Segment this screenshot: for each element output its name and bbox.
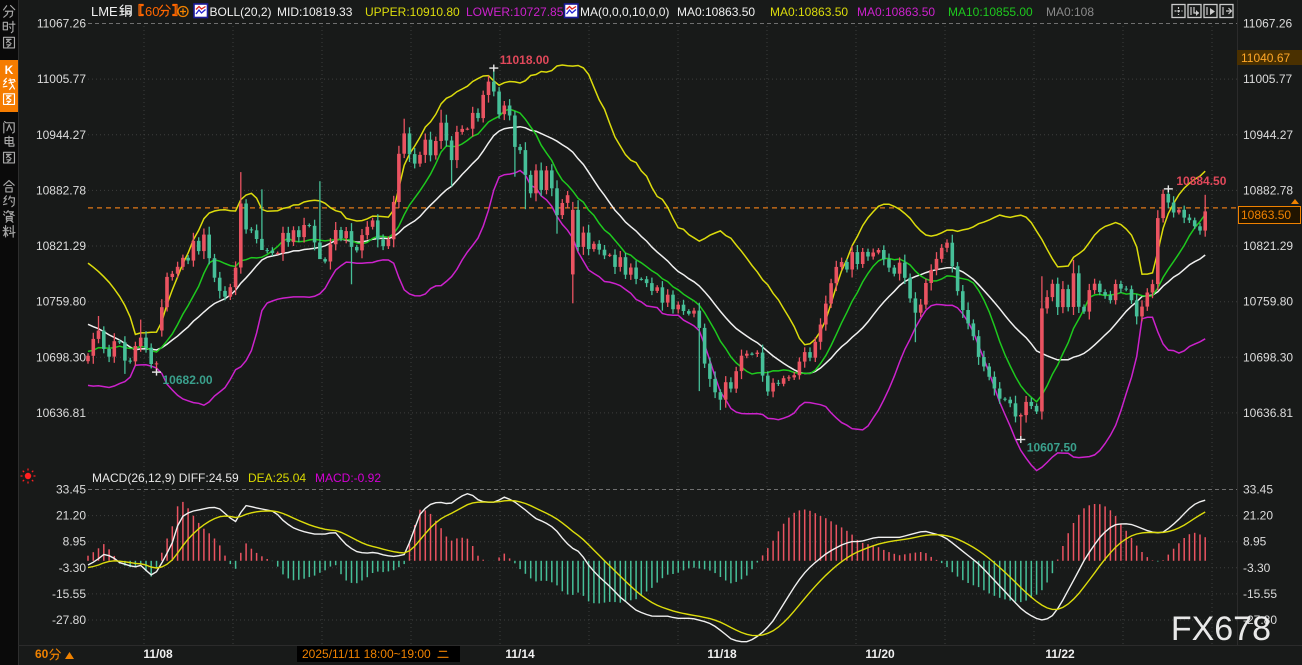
svg-text:10821.29: 10821.29 [36,239,86,253]
svg-text:8.95: 8.95 [63,535,87,549]
svg-text:10882.78: 10882.78 [1243,183,1293,197]
svg-text:MACD:-0.92: MACD:-0.92 [315,471,381,485]
svg-text:-15.55: -15.55 [52,587,86,601]
svg-text:10636.81: 10636.81 [36,406,86,420]
svg-text:11005.77: 11005.77 [37,72,86,86]
svg-text:MACD(26,12,9) DIFF:24.59: MACD(26,12,9) DIFF:24.59 [92,471,239,485]
svg-text:MA0:10863.50: MA0:10863.50 [770,5,848,19]
svg-text:10944.27: 10944.27 [1243,128,1293,142]
svg-text:21.20: 21.20 [1243,509,1273,523]
svg-text:11/08: 11/08 [143,647,173,661]
svg-text:33.45: 33.45 [1243,483,1273,497]
svg-text:11/20: 11/20 [865,647,895,661]
svg-text:K: K [5,63,14,77]
svg-text:-27.80: -27.80 [52,613,86,627]
svg-text:33.45: 33.45 [56,483,86,497]
svg-text:11018.00: 11018.00 [500,53,550,67]
svg-text:10636.81: 10636.81 [1243,406,1293,420]
svg-text:10882.78: 10882.78 [36,183,86,197]
svg-text:11/18: 11/18 [707,647,737,661]
svg-text:10682.00: 10682.00 [163,373,213,387]
svg-text:MA(0,0,0,10,0,0): MA(0,0,0,10,0,0) [580,5,669,19]
svg-text:10698.30: 10698.30 [1243,350,1293,364]
svg-text:-3.30: -3.30 [1243,561,1271,575]
svg-text:DEA:25.04: DEA:25.04 [248,471,306,485]
svg-text:10698.30: 10698.30 [36,350,86,364]
svg-text:21.20: 21.20 [56,509,86,523]
svg-text:11067.26: 11067.26 [1243,17,1292,31]
svg-text:10884.50: 10884.50 [1176,174,1226,188]
svg-text:MA10:10855.00: MA10:10855.00 [948,5,1033,19]
svg-text:10944.27: 10944.27 [36,128,86,142]
svg-text:11/22: 11/22 [1045,647,1075,661]
svg-text:2025/11/11 18:00~19:00: 2025/11/11 18:00~19:00 [302,647,431,661]
svg-text:11067.26: 11067.26 [37,17,86,31]
svg-text:10759.80: 10759.80 [36,295,86,309]
svg-text:MID:10819.33: MID:10819.33 [277,5,353,19]
svg-text:60: 60 [35,647,49,661]
svg-text:LOWER:10727.85: LOWER:10727.85 [466,5,564,19]
svg-text:MA0:10863.50: MA0:10863.50 [857,5,935,19]
svg-text:8.95: 8.95 [1243,535,1267,549]
svg-text:UPPER:10910.80: UPPER:10910.80 [365,5,460,19]
svg-text:10607.50: 10607.50 [1027,441,1077,455]
svg-text:11040.67: 11040.67 [1241,51,1290,65]
svg-text:-15.55: -15.55 [1243,587,1277,601]
svg-text:11/14: 11/14 [505,647,535,661]
svg-text:LME: LME [91,4,118,19]
svg-text:MA0:108: MA0:108 [1046,5,1094,19]
svg-text:BOLL(20,2): BOLL(20,2) [210,5,272,19]
svg-text:60: 60 [145,4,159,19]
svg-text:10759.80: 10759.80 [1243,295,1293,309]
svg-text:-3.30: -3.30 [59,561,87,575]
svg-text:11005.77: 11005.77 [1243,72,1292,86]
svg-text:MA0:10863.50: MA0:10863.50 [677,5,755,19]
svg-text:10863.50: 10863.50 [1241,208,1291,222]
svg-text:10821.29: 10821.29 [1243,239,1293,253]
svg-text:FX678: FX678 [1171,610,1271,648]
